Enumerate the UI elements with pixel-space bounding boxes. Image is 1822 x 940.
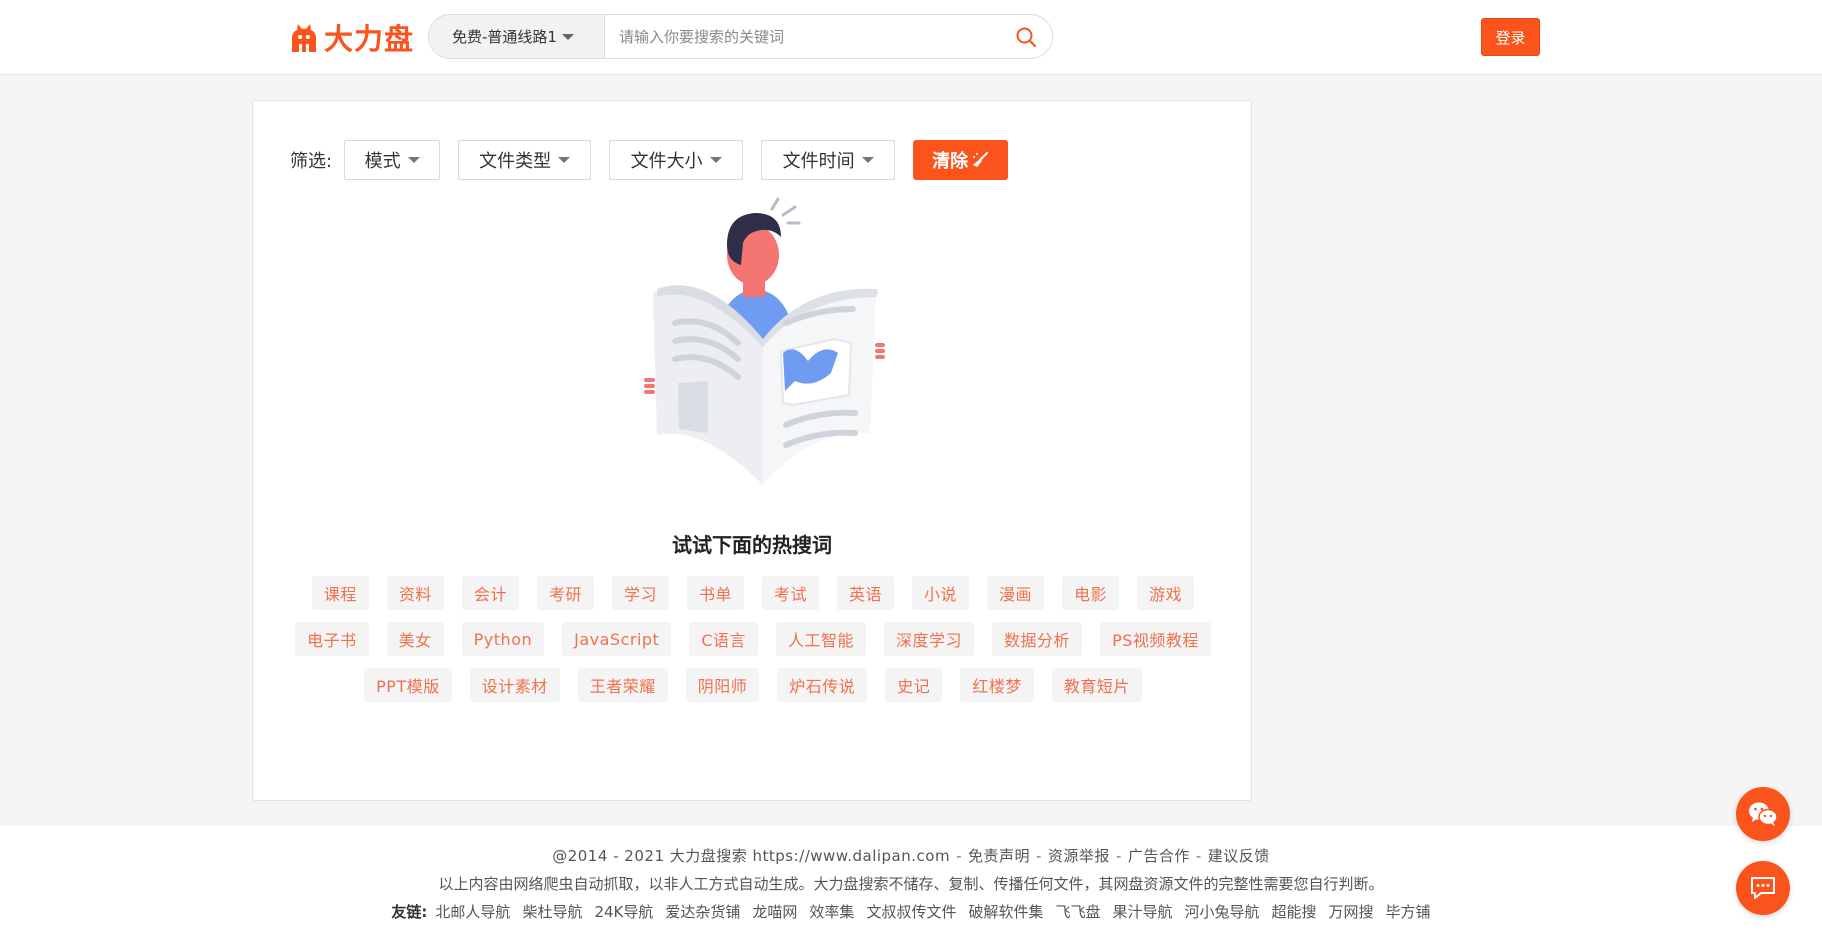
hot-tag[interactable]: C语言 — [689, 622, 759, 656]
filter-mode-label: 模式 — [364, 151, 401, 172]
hot-tag[interactable]: JavaScript — [562, 622, 672, 656]
friend-link[interactable]: 万网搜 — [1329, 901, 1374, 922]
hot-tag[interactable]: 红楼梦 — [960, 668, 1034, 702]
route-select[interactable]: 免费-普通线路1 — [429, 15, 605, 58]
hot-tag[interactable]: 书单 — [686, 576, 744, 610]
hot-tag[interactable]: 漫画 — [987, 576, 1045, 610]
hot-tag[interactable]: 人工智能 — [776, 622, 867, 656]
hot-tag[interactable]: 阴阳师 — [685, 668, 760, 702]
hot-search-tags: 课程 资料 会计 考研 学习 书单 考试 英语 小说 漫画 电影 游戏 电子书 … — [283, 576, 1223, 702]
clear-filters-button[interactable]: 清除 — [913, 140, 1009, 180]
hot-tag[interactable]: 王者荣耀 — [577, 668, 668, 702]
wechat-icon — [1749, 802, 1778, 826]
hot-tag[interactable]: 教育短片 — [1051, 668, 1142, 702]
footer-copyright: @2014 - 2021 大力盘搜索 https://www.dalipan.c… — [552, 847, 951, 865]
friend-link[interactable]: 果汁导航 — [1112, 901, 1172, 922]
friend-link[interactable]: 北邮人导航 — [435, 901, 510, 922]
hot-tag[interactable]: PPT模版 — [364, 668, 452, 702]
friend-links-label: 友链: — [391, 903, 428, 921]
hot-tag[interactable]: PS视频教程 — [1100, 622, 1211, 656]
friend-link[interactable]: 破解软件集 — [968, 901, 1043, 922]
hot-tag[interactable]: 游戏 — [1137, 576, 1195, 610]
footer-link-feedback[interactable]: 建议反馈 — [1208, 847, 1270, 865]
filter-filetime-dropdown[interactable]: 文件时间 — [761, 140, 896, 180]
chevron-down-icon — [407, 157, 420, 163]
footer-friend-links: 友链: 北邮人导航 柴杜导航 24K导航 爱达杂货铺 龙喵网 效率集 文叔叔传文… — [0, 901, 1822, 922]
hot-tag[interactable]: 数据分析 — [992, 622, 1083, 656]
route-select-label: 免费-普通线路1 — [452, 28, 557, 46]
friend-link[interactable]: 超能搜 — [1272, 901, 1317, 922]
hot-tag[interactable]: 小说 — [912, 576, 970, 610]
footer-disclaimer: 以上内容由网络爬虫自动抓取，以非人工方式自动生成。大力盘搜索不储存、复制、传播任… — [438, 875, 1384, 893]
hot-tag[interactable]: 会计 — [461, 576, 519, 610]
logo-mark-icon — [292, 24, 316, 52]
friend-link[interactable]: 河小兔导航 — [1185, 901, 1260, 922]
reading-man-illustration — [644, 197, 885, 485]
footer-link-report[interactable]: 资源举报 — [1048, 847, 1110, 865]
hot-tag[interactable]: 资料 — [386, 576, 444, 610]
hot-tag[interactable]: 英语 — [837, 576, 895, 610]
login-button[interactable]: 登录 — [1481, 18, 1540, 56]
search-button[interactable] — [1000, 15, 1052, 58]
hot-search-title: 试试下面的热搜词 — [672, 533, 832, 557]
filter-filetype-dropdown[interactable]: 文件类型 — [458, 140, 592, 180]
friend-link[interactable]: 效率集 — [809, 901, 854, 922]
hot-tag[interactable]: 电影 — [1062, 576, 1120, 610]
clear-filters-label: 清除 — [932, 151, 969, 172]
search-input[interactable] — [605, 15, 1000, 58]
filter-filesize-label: 文件大小 — [630, 151, 703, 172]
filter-mode-dropdown[interactable]: 模式 — [344, 140, 441, 180]
logo-text: 大力盘 — [324, 22, 415, 56]
feedback-float-button[interactable] — [1736, 861, 1790, 915]
hot-tag[interactable]: 课程 — [311, 576, 369, 610]
chevron-down-icon — [861, 157, 874, 163]
hot-tag[interactable]: 学习 — [611, 576, 669, 610]
top-header: 大力盘 免费-普通线路1 登录 — [0, 0, 1822, 75]
site-footer: @2014 - 2021 大力盘搜索 https://www.dalipan.c… — [0, 826, 1822, 940]
search-icon — [1016, 27, 1037, 47]
chevron-down-icon — [558, 157, 571, 163]
hot-tag[interactable]: 史记 — [885, 668, 943, 702]
hot-tag[interactable]: 深度学习 — [884, 622, 975, 656]
hot-tag[interactable]: Python — [461, 622, 545, 656]
search-box: 免费-普通线路1 — [428, 14, 1053, 59]
friend-link[interactable]: 文叔叔传文件 — [866, 901, 956, 922]
hot-tag[interactable]: 电子书 — [295, 622, 369, 656]
footer-copyright-line: @2014 - 2021 大力盘搜索 https://www.dalipan.c… — [552, 847, 1270, 865]
hot-tag[interactable]: 考研 — [536, 576, 594, 610]
footer-link-ads[interactable]: 广告合作 — [1128, 847, 1190, 865]
main-panel: 筛选: 模式 文件类型 文件大小 文件时间 清除 试试下面的热搜词 课程 资料 … — [252, 100, 1252, 801]
hot-tag[interactable]: 设计素材 — [469, 668, 560, 702]
friend-link[interactable]: 柴杜导航 — [522, 901, 582, 922]
filter-label: 筛选: — [290, 151, 333, 172]
footer-link-disclaimer[interactable]: 免责声明 — [968, 847, 1030, 865]
chevron-down-icon — [561, 33, 574, 40]
filter-filetype-label: 文件类型 — [479, 151, 552, 172]
chevron-down-icon — [709, 157, 722, 163]
hot-tag[interactable]: 考试 — [762, 576, 820, 610]
friend-link[interactable]: 龙喵网 — [752, 901, 797, 922]
friend-link[interactable]: 24K导航 — [594, 901, 653, 922]
site-logo[interactable]: 大力盘 — [289, 18, 414, 56]
filter-filesize-dropdown[interactable]: 文件大小 — [609, 140, 744, 180]
filter-filetime-label: 文件时间 — [782, 151, 855, 172]
message-icon — [1751, 877, 1775, 899]
filter-bar: 筛选: 模式 文件类型 文件大小 文件时间 清除 — [290, 140, 1009, 180]
friend-link[interactable]: 爱达杂货铺 — [665, 901, 740, 922]
friend-link[interactable]: 毕方铺 — [1386, 901, 1431, 922]
friend-link[interactable]: 飞飞盘 — [1055, 901, 1100, 922]
wechat-float-button[interactable] — [1736, 787, 1790, 841]
hot-tag[interactable]: 炉石传说 — [777, 668, 868, 702]
broom-icon — [973, 152, 989, 167]
hot-tag[interactable]: 美女 — [386, 622, 444, 656]
